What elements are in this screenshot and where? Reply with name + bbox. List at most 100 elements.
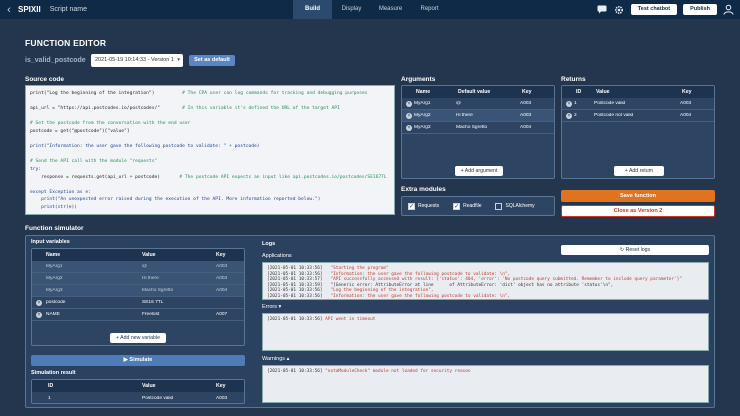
table-row: × postcode SE16 7TL [32,297,244,309]
remove-icon[interactable]: × [566,112,572,119]
applications-log[interactable]: [2021-05-01 10:33:56] "Starting the prog… [262,262,709,300]
col-value: Value [142,252,156,258]
warnings-label[interactable]: Warnings ▴ [262,356,289,362]
col-id: ID [48,383,54,389]
variable-value[interactable]: Freelost [142,312,216,317]
log-timestamp: [2021-05-01 10:33:56] [267,288,323,294]
gear-icon[interactable] [614,4,625,15]
warnings-log[interactable]: [2021-05-01 10:33:56] "notaModuleCheck" … [262,365,709,403]
return-value[interactable]: Postcode not valid [594,113,680,118]
tab-measure[interactable]: Measure [371,0,410,19]
back-icon[interactable]: ‹ [0,4,18,16]
variable-name[interactable]: MyArg2 [46,276,142,281]
tab-display[interactable]: Display [332,0,371,19]
input-variables-label: Input variables [31,239,70,245]
remove-icon[interactable]: × [36,311,42,318]
remove-icon[interactable]: × [406,100,412,107]
log-timestamp: [2021-05-01 10:33:57] [267,277,323,283]
set-default-button[interactable]: Set as default [189,55,235,66]
simulate-button[interactable]: ▶ Simulate [31,355,245,366]
log-timestamp: [2021-05-01 10:33:56] [267,271,323,277]
remove-icon[interactable]: × [566,100,572,107]
tab-report[interactable]: Report [410,0,449,19]
checkbox-icon[interactable] [495,202,503,210]
module-name: Requests [418,203,440,209]
result-header: ID Value Key [32,380,244,392]
log-message: "API successfully accessed with result: … [322,277,683,283]
argument-default[interactable]: @ [456,101,520,106]
remove-icon[interactable]: × [406,112,412,119]
return-key: A004 [680,113,692,118]
reset-logs-button[interactable]: ↻ Reset logs [561,245,709,255]
errors-log[interactable]: [2021-05-01 10:33:56] API went in timeou… [262,313,709,351]
top-bar: ‹ SPIXII Script name Build Display Measu… [0,0,740,19]
result-id: 1 [48,395,51,401]
simulation-result-label: Simulation result [31,370,76,376]
remove-icon[interactable]: × [36,299,42,306]
close-version-button[interactable]: Close as Version 2 [561,205,715,217]
log-timestamp: [2021-05-01 10:33:56] [267,369,323,374]
return-key: A003 [680,101,692,106]
variable-value[interactable]: @ [142,264,216,269]
module-checkbox[interactable]: ✓ Readfile [453,202,482,210]
col-value: Value [596,89,610,95]
top-actions: Test chatbot Publish [597,0,734,19]
input-variables-header: Name Value Key [32,249,244,261]
variable-key: A007 [216,312,228,317]
variable-name[interactable]: MyArg1 [46,264,142,269]
save-function-button[interactable]: Save function [561,190,715,202]
col-name: Name [46,252,61,258]
add-return-button[interactable]: + Add return [614,166,664,176]
return-value[interactable]: Postcode valid [594,101,680,106]
code-comment: # The CPA user can log commands for trac… [182,91,368,96]
errors-label[interactable]: Errors ▾ [262,304,281,310]
argument-default[interactable]: Macho Sgretto [456,125,520,130]
col-default: Default value [458,89,491,95]
source-code-label: Source code [25,76,65,83]
code-line: # Get the postcode from the conversation… [30,120,390,128]
chat-icon[interactable] [597,4,608,15]
publish-button[interactable]: Publish [683,4,717,15]
variable-key: A004 [216,288,228,293]
version-select[interactable]: 2021-05-19 10:14:33 - Version 1 ▾ [91,54,183,67]
script-name[interactable]: Script name [50,6,87,13]
variable-value[interactable]: Hi there [142,276,216,281]
checkbox-icon[interactable]: ✓ [408,202,415,210]
code-text: print("Information: the user gave the fo… [30,144,260,150]
variable-value[interactable]: Macho Sgretto [142,288,216,293]
code-line: print("Information: the user gave the fo… [30,143,390,151]
variable-name[interactable]: postcode [46,300,142,305]
add-argument-button[interactable]: + Add argument [455,166,503,176]
argument-name[interactable]: MyArg2 [414,113,456,118]
table-row: × NAME Freelost A007 [32,309,244,321]
argument-name[interactable]: MyArg3 [414,125,456,130]
module-name: Readfile [463,203,482,209]
log-message: "Information: the user gave the followin… [322,293,511,299]
add-variable-button[interactable]: + Add new variable [110,333,166,343]
module-checkbox[interactable]: ✓ Requests [408,202,440,210]
tab-build[interactable]: Build [293,0,332,19]
checkbox-icon[interactable]: ✓ [453,202,461,210]
page-title: FUNCTION EDITOR [25,38,107,48]
variable-name[interactable]: MyArg3 [46,288,142,293]
user-icon[interactable] [723,4,734,15]
errors-label-text: Errors [262,304,277,310]
arguments-panel: Name Default value Key × MyArg1 @ A003 × MyAr… [401,85,555,179]
code-text: print("Log the beginning of the integrat… [30,91,183,96]
code-line: api_url = "https://api.postcodes.io/post… [30,105,390,113]
result-value: Postcode valid [142,395,174,401]
remove-icon[interactable]: × [406,124,412,131]
variable-name[interactable]: NAME [46,312,142,317]
chevron-up-icon: ▴ [286,356,290,362]
code-comment: # Send the API call with the module "req… [30,159,158,165]
test-chatbot-button[interactable]: Test chatbot [630,4,678,15]
code-editor[interactable]: print("Log the beginning of the integrat… [25,85,395,215]
argument-default[interactable]: Hi there [456,113,520,118]
module-checkbox[interactable]: SQLAlchemy [495,202,535,210]
log-timestamp: [2021-05-01 10:33:56] [267,266,323,271]
argument-name[interactable]: MyArg1 [414,101,456,106]
col-id: ID [576,89,582,95]
col-name: Name [416,89,431,95]
variable-value[interactable]: SE16 7TL [142,300,216,305]
